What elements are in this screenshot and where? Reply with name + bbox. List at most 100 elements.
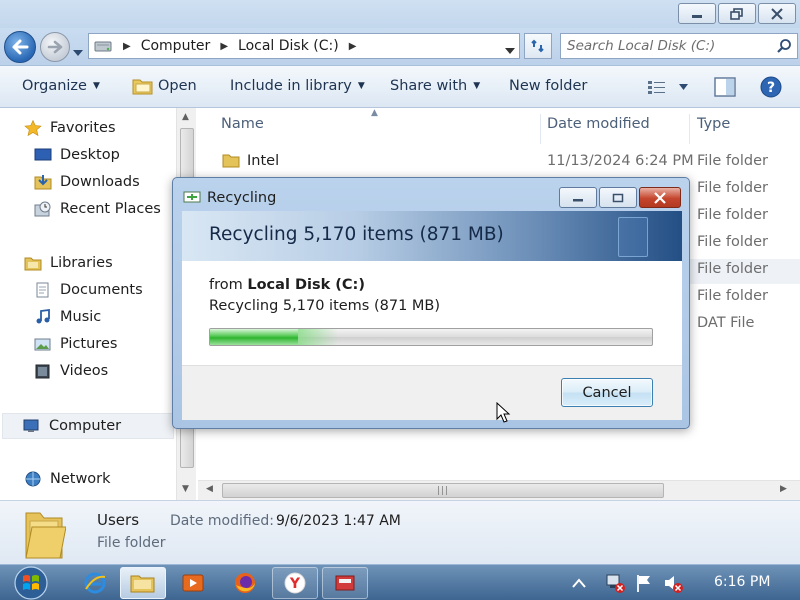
new-folder-button[interactable]: New folder (509, 78, 587, 94)
scroll-right-arrow[interactable]: ▶ (780, 484, 787, 494)
taskbar-clock[interactable]: 6:16 PM (714, 574, 770, 590)
breadcrumb-local-disk[interactable]: Local Disk (C:) (234, 34, 343, 58)
window-title-bar (0, 0, 800, 30)
include-in-library-menu[interactable]: Include in library ▼ (230, 78, 365, 94)
file-row-type: File folder (697, 234, 768, 250)
nav-music[interactable]: Music (34, 309, 101, 325)
recycling-dialog: Recycling Recycling 5,170 items (871 MB)… (172, 177, 690, 429)
documents-icon (36, 282, 49, 298)
scroll-left-arrow[interactable]: ◀ (206, 484, 213, 494)
search-input[interactable] (567, 38, 767, 54)
nav-computer-label: Computer (49, 418, 122, 434)
action-center-flag-icon[interactable] (634, 572, 654, 594)
organize-menu[interactable]: Organize ▼ (22, 78, 100, 94)
column-header-date-modified[interactable]: Date modified (547, 116, 650, 132)
nav-documents[interactable]: Documents (34, 282, 143, 298)
breadcrumb-computer[interactable]: Computer (137, 34, 215, 58)
start-button[interactable] (10, 565, 52, 600)
file-row-name[interactable]: Intel (247, 153, 279, 169)
nav-downloads[interactable]: Downloads (34, 174, 140, 190)
chevron-down-icon: ▼ (92, 81, 100, 91)
show-hidden-icons-icon[interactable] (572, 578, 586, 588)
dialog-title: Recycling (207, 190, 277, 206)
pictures-icon (34, 338, 51, 351)
view-options-icon[interactable] (647, 79, 667, 95)
taskbar-internet-explorer[interactable] (72, 567, 118, 599)
nav-pictures[interactable]: Pictures (34, 336, 117, 352)
nav-desktop[interactable]: Desktop (34, 147, 120, 163)
large-folder-icon (25, 512, 66, 559)
share-with-menu[interactable]: Share with ▼ (390, 78, 480, 94)
forward-button[interactable] (40, 32, 70, 62)
column-header-name[interactable]: Name (221, 116, 264, 132)
internet-explorer-icon (84, 572, 106, 594)
scroll-up-arrow[interactable]: ▲ (182, 112, 189, 122)
dialog-maximize-button[interactable] (599, 187, 637, 208)
yandex-icon: Y (284, 572, 306, 594)
horizontal-scroll-thumb[interactable]: ||| (222, 483, 664, 498)
back-button[interactable] (4, 31, 36, 63)
recent-pages-dropdown[interactable] (73, 44, 83, 60)
forward-arrow-icon (47, 40, 63, 54)
nav-music-label: Music (60, 309, 102, 325)
taskbar-recycle-app[interactable] (322, 567, 368, 599)
minimize-button[interactable] (678, 3, 716, 24)
chevron-down-icon[interactable] (679, 84, 688, 90)
column-divider[interactable] (540, 114, 541, 144)
file-row-type-hover[interactable]: File folder (690, 259, 800, 284)
nav-favorites-label: Favorites (50, 120, 116, 136)
nav-computer[interactable]: Computer (2, 413, 174, 439)
address-history-dropdown[interactable] (505, 42, 515, 58)
restore-button[interactable] (718, 3, 756, 24)
refresh-button[interactable] (524, 33, 552, 59)
dialog-minimize-button[interactable] (559, 187, 597, 208)
taskbar-firefox[interactable] (222, 567, 268, 599)
taskbar-yandex-browser[interactable]: Y (272, 567, 318, 599)
search-box[interactable] (560, 33, 798, 59)
address-bar[interactable]: ▶ Computer ▶ Local Disk (C:) ▶ (88, 33, 520, 59)
volume-muted-icon[interactable] (662, 572, 684, 594)
network-icon (25, 471, 41, 487)
file-list-horizontal-scrollbar[interactable]: ◀ ||| ▶ (198, 480, 800, 500)
network-status-icon[interactable] (604, 572, 626, 594)
minimize-icon (573, 198, 583, 201)
cancel-button[interactable]: Cancel (561, 378, 653, 407)
nav-documents-label: Documents (60, 282, 143, 298)
system-tray (572, 565, 684, 600)
from-prefix: from (209, 277, 248, 293)
dialog-footer: Cancel (182, 365, 682, 420)
music-icon (36, 309, 50, 324)
column-header-type[interactable]: Type (697, 116, 730, 132)
preview-pane-icon[interactable] (714, 77, 736, 97)
nav-recent-places[interactable]: Recent Places (34, 201, 161, 217)
open-button[interactable]: Open (158, 78, 197, 94)
nav-favorites[interactable]: Favorites (24, 120, 116, 136)
new-folder-label: New folder (509, 78, 588, 94)
command-bar: Organize ▼ Open Include in library ▼ Share… (0, 66, 800, 108)
search-icon[interactable] (776, 38, 792, 58)
nav-network[interactable]: Network (24, 471, 111, 487)
help-icon[interactable]: ? (760, 76, 782, 98)
taskbar-media-player[interactable] (170, 567, 216, 599)
scroll-down-arrow[interactable]: ▼ (182, 484, 189, 494)
from-line: from Local Disk (C:) (209, 277, 365, 293)
share-with-label: Share with (390, 78, 468, 94)
column-divider[interactable] (689, 114, 690, 144)
taskbar: Y 6:16 PM (0, 564, 800, 600)
media-player-icon (182, 574, 204, 592)
chevron-down-icon: ▼ (473, 81, 481, 91)
minimize-icon (692, 14, 702, 18)
dialog-header-banner: Recycling 5,170 items (871 MB) (182, 211, 682, 261)
breadcrumb-separator[interactable]: ▶ (343, 41, 363, 52)
breadcrumb-separator[interactable]: ▶ (117, 41, 137, 52)
breadcrumb-separator[interactable]: ▶ (214, 41, 234, 52)
desktop-icon (34, 148, 52, 161)
nav-libraries[interactable]: Libraries (24, 255, 113, 271)
close-icon (654, 191, 666, 204)
chevron-down-icon (73, 50, 83, 56)
close-button[interactable] (758, 3, 796, 24)
dialog-close-button[interactable] (639, 187, 681, 208)
restore-icon (730, 7, 743, 20)
taskbar-windows-explorer[interactable] (120, 567, 166, 599)
nav-videos[interactable]: Videos (34, 363, 108, 379)
